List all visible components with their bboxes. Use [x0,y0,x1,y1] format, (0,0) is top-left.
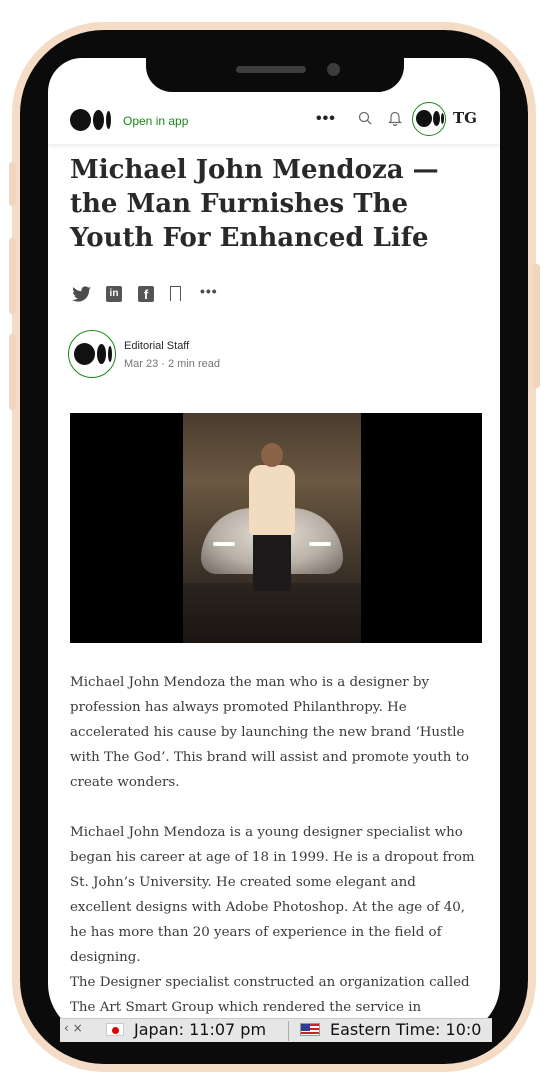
bookmark-icon[interactable] [170,286,181,301]
photo-man-with-car [183,413,361,643]
phone-screen: Open in app ••• TG Michael John Mendoza … [48,58,500,1036]
us-flag-icon [300,1023,320,1036]
chevron-icon[interactable]: ‹ × [64,1021,83,1035]
article-title: Michael John Mendoza — the Man Furnishes… [70,155,439,253]
twitter-icon[interactable] [72,286,92,307]
phone-camera [327,63,340,76]
medium-logo[interactable] [70,109,112,131]
facebook-icon[interactable]: f [138,286,154,302]
search-icon[interactable] [358,111,372,128]
side-button [533,264,540,388]
author-avatar[interactable] [68,330,116,378]
article-paragraph: Michael John Mendoza is a young designer… [70,825,475,965]
publication-logo[interactable]: TG [453,109,477,127]
taskbar-divider [288,1021,289,1041]
article-hero-image [70,413,482,643]
photo-person-legs [253,531,291,591]
article-meta: Mar 23 · 2 min read [124,358,220,370]
bell-icon[interactable] [388,110,402,129]
photo-person-hoodie [249,465,295,535]
author-name[interactable]: Editorial Staff [124,340,189,352]
photo-floor [183,583,361,643]
more-icon[interactable]: ••• [316,110,336,128]
article-paragraph: Michael John Mendoza the man who is a de… [70,675,470,790]
article-paragraph: The Designer specialist constructed an o… [70,975,470,1015]
japan-clock[interactable]: Japan: 11:07 pm [134,1020,266,1039]
side-button [9,238,16,314]
japan-flag-icon [106,1023,124,1036]
top-app-bar: Open in app ••• TG [48,94,500,144]
desktop-taskbar: ‹ × Japan: 11:07 pm Eastern Time: 10:0 [60,1018,492,1042]
user-avatar[interactable] [412,102,446,136]
side-button [9,334,16,410]
phone-speaker [236,66,306,73]
eastern-time-clock[interactable]: Eastern Time: 10:0 [330,1020,481,1039]
side-button [9,162,16,206]
linkedin-icon[interactable]: in [106,286,122,302]
more-icon[interactable]: ••• [200,283,218,299]
photo-person-head [261,443,283,467]
open-in-app-link[interactable]: Open in app [123,114,188,128]
